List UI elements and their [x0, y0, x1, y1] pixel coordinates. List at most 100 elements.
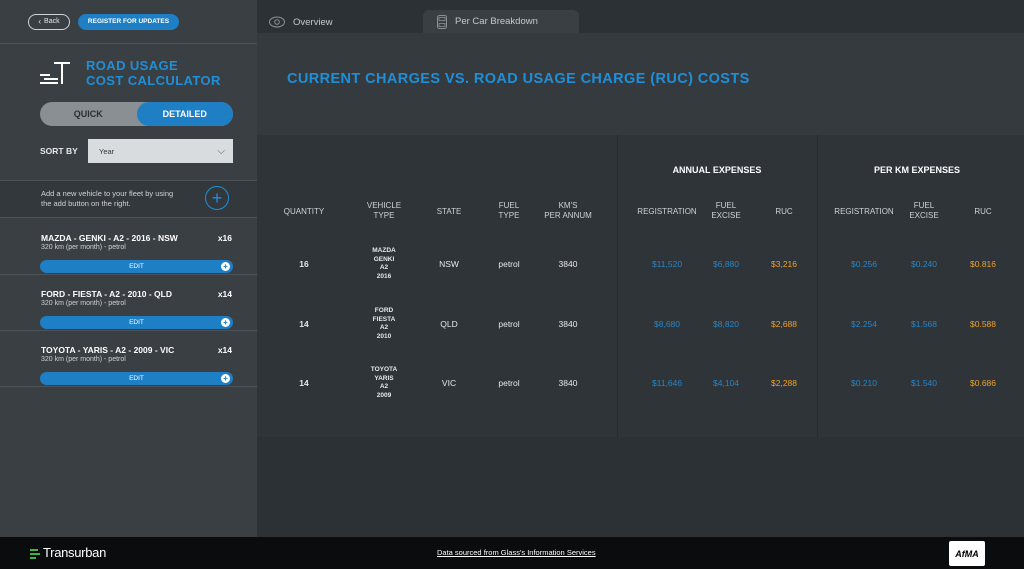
toggle-detailed[interactable]: DETAILED — [136, 102, 233, 126]
col-pk-fuel-excise: FUEL EXCISE — [909, 201, 938, 221]
add-vehicle-button[interactable]: + — [205, 186, 229, 210]
sort-select[interactable]: Year ⌵ — [88, 139, 233, 163]
col-registration-label: REGISTRATION — [637, 207, 697, 216]
tab-per-car-breakdown[interactable]: Per Car Breakdown — [423, 10, 579, 33]
plus-icon: + — [221, 262, 230, 271]
cell-pk-registration: $0.256 — [851, 259, 877, 269]
group-per-km-expenses: PER KM EXPENSES — [873, 165, 961, 175]
edit-vehicle-button[interactable]: EDIT + — [40, 260, 233, 273]
col-km-per-annum: KM'S PER ANNUM — [544, 201, 592, 221]
tab-breakdown-label: Per Car Breakdown — [455, 16, 538, 27]
cell-quantity: 14 — [299, 319, 309, 329]
cell-quantity: 14 — [299, 378, 309, 388]
cell-pk-registration: $0.210 — [851, 378, 877, 388]
cell-fuel-excise: $6,880 — [713, 259, 739, 269]
edit-vehicle-button[interactable]: EDIT + — [40, 316, 233, 329]
tab-overview[interactable]: Overview — [269, 11, 333, 33]
mode-toggle: QUICK DETAILED — [40, 102, 233, 126]
col-state: STATE — [437, 207, 462, 217]
vehicle-quantity: x14 — [217, 289, 232, 299]
page-title: CURRENT CHARGES VS. ROAD USAGE CHARGE (R… — [287, 71, 750, 87]
cell-vehicle-type: FORD FIESTA A2 2010 — [373, 307, 396, 341]
col-vehicle-type-line2: TYPE — [373, 211, 395, 220]
cell-registration: $8,680 — [654, 319, 680, 329]
col-fuel-type: FUEL TYPE — [499, 201, 520, 221]
cell-registration: $11,646 — [651, 378, 683, 388]
col-pk-registration: REGISTRATION — [834, 207, 893, 217]
col-fuel-excise-line2: EXCISE — [711, 211, 741, 220]
col-fuel-type-line2: TYPE — [498, 211, 520, 220]
back-label: Back — [44, 18, 60, 25]
vehicle-item: TOYOTA - YARIS - A2 - 2009 - VIC x14 320… — [0, 331, 257, 387]
chevron-down-icon: ⌵ — [217, 145, 225, 157]
sort-value: Year — [99, 146, 115, 156]
vehicle-details: 320 km (per month) - petrol — [41, 356, 126, 363]
transurban-logo-icon — [30, 547, 40, 559]
chevron-left-icon: ‹ — [38, 16, 42, 26]
col-pk-registration-label: REGISTRATION — [834, 207, 894, 216]
app-title: ROAD USAGE COST CALCULATOR — [86, 58, 221, 88]
col-fuel-excise: FUEL EXCISE — [711, 201, 740, 221]
col-fuel-excise-line1: FUEL — [715, 201, 737, 210]
empty-area — [257, 437, 1024, 537]
group-annual-expenses: ANNUAL EXPENSES — [672, 165, 762, 175]
vehicle-item: MAZDA - GENKI - A2 - 2016 - NSW x16 320 … — [0, 219, 257, 275]
vehicle-model: FIESTA — [372, 315, 396, 323]
vehicle-name: TOYOTA - YARIS - A2 - 2009 - VIC — [41, 345, 175, 355]
cell-pk-ruc: $0.816 — [970, 259, 996, 269]
vehicle-class: A2 — [379, 324, 389, 331]
tab-bar: Overview Per Car Breakdown — [257, 0, 1024, 33]
vehicle-year: 2016 — [376, 272, 392, 280]
data-source-link[interactable]: Data sourced from Glass's Information Se… — [437, 548, 596, 557]
col-pk-fuel-excise-line2: EXCISE — [909, 211, 939, 220]
cell-ruc: $3,216 — [771, 259, 797, 269]
transurban-logo: Transurban — [30, 545, 106, 560]
add-vehicle-row: Add a new vehicle to your fleet by using… — [0, 180, 257, 218]
toggle-quick[interactable]: QUICK — [40, 102, 137, 126]
expenses-table: ANNUAL EXPENSES PER KM EXPENSES QUANTITY… — [257, 135, 1024, 437]
heading-area: CURRENT CHARGES VS. ROAD USAGE CHARGE (R… — [257, 33, 1024, 135]
vehicle-make: FORD — [374, 307, 394, 314]
col-pk-fuel-excise-line1: FUEL — [913, 201, 935, 210]
vehicle-quantity: x14 — [217, 345, 232, 355]
vehicle-year: 2009 — [376, 391, 392, 399]
col-quantity-label: QUANTITY — [283, 207, 325, 216]
col-vehicle-type: VEHICLE TYPE — [367, 201, 401, 221]
app-title-line2: COST CALCULATOR — [86, 73, 221, 88]
col-km-line2: PER ANNUM — [544, 211, 592, 220]
col-state-label: STATE — [436, 207, 462, 216]
cell-ruc: $2,288 — [771, 378, 797, 388]
cell-km-per-annum: 3840 — [558, 259, 578, 269]
vehicle-name: FORD - FIESTA - A2 - 2010 - QLD — [41, 289, 172, 299]
back-button[interactable]: ‹ Back — [28, 13, 70, 30]
calculator-logo-icon — [40, 60, 72, 84]
vehicle-make: MAZDA — [372, 247, 396, 254]
cell-state: QLD — [440, 319, 458, 329]
vehicle-model: YARIS — [374, 374, 394, 382]
cell-pk-ruc: $0.686 — [970, 378, 996, 388]
col-vehicle-type-line1: VEHICLE — [366, 201, 402, 210]
sidebar-top-bar: ‹ Back REGISTER FOR UPDATES — [0, 0, 257, 44]
cell-pk-fuel-excise: $1.568 — [911, 319, 937, 329]
plus-icon: + — [221, 318, 230, 327]
brand: ROAD USAGE COST CALCULATOR — [40, 58, 221, 88]
vehicle-item: FORD - FIESTA - A2 - 2010 - QLD x14 320 … — [0, 275, 257, 331]
cell-pk-fuel-excise: $1.540 — [911, 378, 937, 388]
sidebar: ‹ Back REGISTER FOR UPDATES ROAD USAGE C… — [0, 0, 257, 537]
vehicle-details: 320 km (per month) - petrol — [41, 244, 126, 251]
divider — [817, 135, 818, 437]
cell-state: VIC — [441, 378, 457, 388]
vehicle-quantity: x16 — [217, 233, 232, 243]
vehicle-class: A2 — [379, 264, 389, 271]
divider — [617, 135, 618, 437]
afma-logo: AfMA — [949, 541, 985, 566]
vehicle-year: 2010 — [376, 332, 392, 340]
col-quantity: QUANTITY — [284, 207, 324, 217]
register-for-updates-button[interactable]: REGISTER FOR UPDATES — [78, 13, 179, 30]
add-vehicle-text: Add a new vehicle to your fleet by using… — [41, 189, 174, 208]
edit-vehicle-button[interactable]: EDIT + — [40, 372, 233, 385]
edit-label: EDIT — [129, 375, 144, 382]
transurban-logo-text: Transurban — [43, 545, 106, 560]
vehicle-details: 320 km (per month) - petrol — [41, 300, 126, 307]
edit-label: EDIT — [129, 263, 144, 270]
